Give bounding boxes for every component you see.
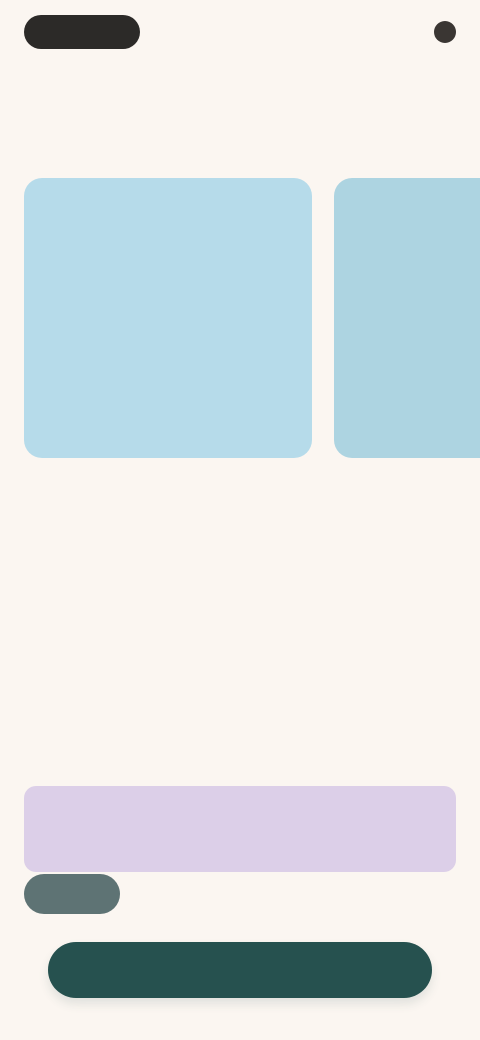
info-card[interactable] <box>24 178 312 458</box>
notice-box <box>24 786 456 872</box>
info-card[interactable] <box>334 178 480 458</box>
top-bar <box>24 12 456 52</box>
menu-icon[interactable] <box>434 21 456 43</box>
notice-tag[interactable] <box>24 874 120 914</box>
brand-pill[interactable] <box>24 15 140 49</box>
card-carousel[interactable] <box>24 178 480 460</box>
top-actions <box>424 21 456 43</box>
app-screen <box>0 0 480 1040</box>
primary-cta-button[interactable] <box>48 942 432 998</box>
